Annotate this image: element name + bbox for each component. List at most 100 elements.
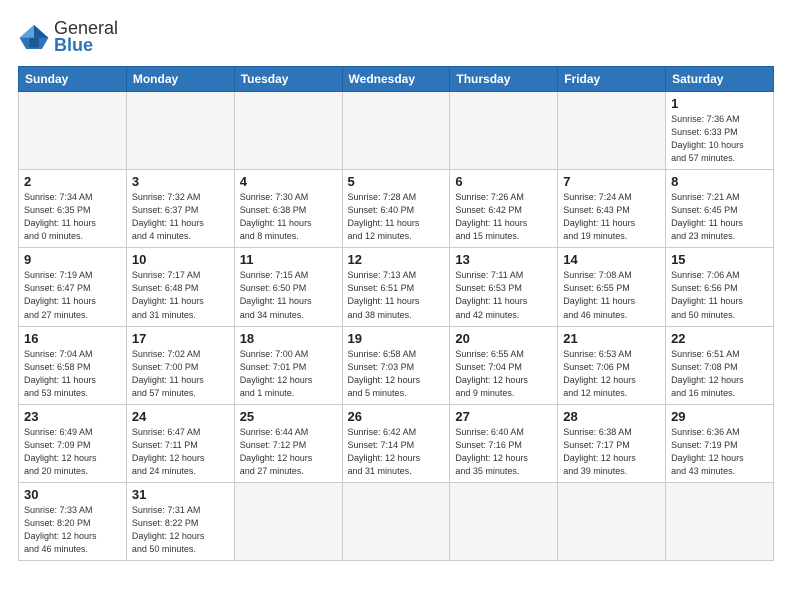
day-number: 12 xyxy=(348,252,445,267)
calendar-cell: 10 Sunrise: 7:17 AM Sunset: 6:48 PM Dayli… xyxy=(126,248,234,326)
day-number: 30 xyxy=(24,487,121,502)
weekday-header-saturday: Saturday xyxy=(666,67,774,92)
calendar-cell: 21 Sunrise: 6:53 AM Sunset: 7:06 PM Dayli… xyxy=(558,326,666,404)
calendar-cell: 30Sunrise: 7:33 AM Sunset: 8:20 PM Dayli… xyxy=(19,482,127,560)
day-info: Sunrise: 7:32 AM Sunset: 6:37 PM Dayligh… xyxy=(132,191,229,243)
day-number: 24 xyxy=(132,409,229,424)
day-info: Sunrise: 6:38 AM Sunset: 7:17 PM Dayligh… xyxy=(563,426,660,478)
calendar-cell: 14Sunrise: 7:08 AM Sunset: 6:55 PM Dayli… xyxy=(558,248,666,326)
day-info: Sunrise: 7:36 AM Sunset: 6:33 PM Dayligh… xyxy=(671,113,768,165)
calendar-cell: 26Sunrise: 6:42 AM Sunset: 7:14 PM Dayli… xyxy=(342,404,450,482)
day-info: Sunrise: 6:40 AM Sunset: 7:16 PM Dayligh… xyxy=(455,426,552,478)
day-info: Sunrise: 7:17 AM Sunset: 6:48 PM Dayligh… xyxy=(132,269,229,321)
week-row-5: 23 Sunrise: 6:49 AM Sunset: 7:09 PM Dayli… xyxy=(19,404,774,482)
day-number: 14 xyxy=(563,252,660,267)
day-number: 8 xyxy=(671,174,768,189)
weekday-header-sunday: Sunday xyxy=(19,67,127,92)
calendar-cell: 17 Sunrise: 7:02 AM Sunset: 7:00 PM Dayli… xyxy=(126,326,234,404)
day-number: 21 xyxy=(563,331,660,346)
day-number: 29 xyxy=(671,409,768,424)
day-number: 31 xyxy=(132,487,229,502)
day-number: 27 xyxy=(455,409,552,424)
calendar-cell: 12 Sunrise: 7:13 AM Sunset: 6:51 PM Dayli… xyxy=(342,248,450,326)
calendar-cell: 13Sunrise: 7:11 AM Sunset: 6:53 PM Dayli… xyxy=(450,248,558,326)
day-info: Sunrise: 6:53 AM Sunset: 7:06 PM Dayligh… xyxy=(563,348,660,400)
calendar-cell xyxy=(450,482,558,560)
day-info: Sunrise: 7:04 AM Sunset: 6:58 PM Dayligh… xyxy=(24,348,121,400)
day-number: 18 xyxy=(240,331,337,346)
day-info: Sunrise: 7:21 AM Sunset: 6:45 PM Dayligh… xyxy=(671,191,768,243)
day-number: 15 xyxy=(671,252,768,267)
day-info: Sunrise: 7:15 AM Sunset: 6:50 PM Dayligh… xyxy=(240,269,337,321)
day-info: Sunrise: 6:49 AM Sunset: 7:09 PM Dayligh… xyxy=(24,426,121,478)
calendar-cell xyxy=(234,92,342,170)
day-info: Sunrise: 7:31 AM Sunset: 8:22 PM Dayligh… xyxy=(132,504,229,556)
day-info: Sunrise: 7:11 AM Sunset: 6:53 PM Dayligh… xyxy=(455,269,552,321)
day-number: 16 xyxy=(24,331,121,346)
calendar-cell: 8 Sunrise: 7:21 AM Sunset: 6:45 PM Daylig… xyxy=(666,170,774,248)
calendar-cell: 23 Sunrise: 6:49 AM Sunset: 7:09 PM Dayli… xyxy=(19,404,127,482)
calendar-cell xyxy=(558,482,666,560)
day-number: 28 xyxy=(563,409,660,424)
calendar-cell xyxy=(558,92,666,170)
day-number: 22 xyxy=(671,331,768,346)
day-number: 26 xyxy=(348,409,445,424)
calendar-cell: 11Sunrise: 7:15 AM Sunset: 6:50 PM Dayli… xyxy=(234,248,342,326)
week-row-2: 2 Sunrise: 7:34 AM Sunset: 6:35 PM Daylig… xyxy=(19,170,774,248)
calendar-cell: 18 Sunrise: 7:00 AM Sunset: 7:01 PM Dayli… xyxy=(234,326,342,404)
day-number: 23 xyxy=(24,409,121,424)
day-info: Sunrise: 6:36 AM Sunset: 7:19 PM Dayligh… xyxy=(671,426,768,478)
day-info: Sunrise: 6:55 AM Sunset: 7:04 PM Dayligh… xyxy=(455,348,552,400)
day-number: 9 xyxy=(24,252,121,267)
calendar-cell: 15 Sunrise: 7:06 AM Sunset: 6:56 PM Dayli… xyxy=(666,248,774,326)
calendar-cell xyxy=(342,482,450,560)
week-row-1: 1 Sunrise: 7:36 AM Sunset: 6:33 PM Daylig… xyxy=(19,92,774,170)
calendar-cell: 2 Sunrise: 7:34 AM Sunset: 6:35 PM Daylig… xyxy=(19,170,127,248)
day-number: 1 xyxy=(671,96,768,111)
calendar-cell xyxy=(126,92,234,170)
day-number: 20 xyxy=(455,331,552,346)
day-number: 7 xyxy=(563,174,660,189)
day-number: 5 xyxy=(348,174,445,189)
calendar-table: SundayMondayTuesdayWednesdayThursdayFrid… xyxy=(18,66,774,561)
weekday-header-row: SundayMondayTuesdayWednesdayThursdayFrid… xyxy=(19,67,774,92)
day-number: 2 xyxy=(24,174,121,189)
day-info: Sunrise: 7:26 AM Sunset: 6:42 PM Dayligh… xyxy=(455,191,552,243)
calendar-cell: 1 Sunrise: 7:36 AM Sunset: 6:33 PM Daylig… xyxy=(666,92,774,170)
weekday-header-tuesday: Tuesday xyxy=(234,67,342,92)
week-row-3: 9 Sunrise: 7:19 AM Sunset: 6:47 PM Daylig… xyxy=(19,248,774,326)
calendar-cell: 5 Sunrise: 7:28 AM Sunset: 6:40 PM Daylig… xyxy=(342,170,450,248)
week-row-4: 16 Sunrise: 7:04 AM Sunset: 6:58 PM Dayli… xyxy=(19,326,774,404)
calendar-cell: 31 Sunrise: 7:31 AM Sunset: 8:22 PM Dayli… xyxy=(126,482,234,560)
weekday-header-monday: Monday xyxy=(126,67,234,92)
day-info: Sunrise: 7:02 AM Sunset: 7:00 PM Dayligh… xyxy=(132,348,229,400)
weekday-header-thursday: Thursday xyxy=(450,67,558,92)
calendar-cell xyxy=(19,92,127,170)
generalblue-logo-icon xyxy=(18,23,50,51)
day-number: 19 xyxy=(348,331,445,346)
day-info: Sunrise: 7:28 AM Sunset: 6:40 PM Dayligh… xyxy=(348,191,445,243)
day-info: Sunrise: 7:00 AM Sunset: 7:01 PM Dayligh… xyxy=(240,348,337,400)
day-info: Sunrise: 7:24 AM Sunset: 6:43 PM Dayligh… xyxy=(563,191,660,243)
calendar-cell: 25Sunrise: 6:44 AM Sunset: 7:12 PM Dayli… xyxy=(234,404,342,482)
logo: General Blue xyxy=(18,18,118,56)
weekday-header-wednesday: Wednesday xyxy=(342,67,450,92)
day-info: Sunrise: 7:19 AM Sunset: 6:47 PM Dayligh… xyxy=(24,269,121,321)
day-number: 17 xyxy=(132,331,229,346)
calendar-cell: 19Sunrise: 6:58 AM Sunset: 7:03 PM Dayli… xyxy=(342,326,450,404)
calendar-cell: 28 Sunrise: 6:38 AM Sunset: 7:17 PM Dayli… xyxy=(558,404,666,482)
day-info: Sunrise: 7:34 AM Sunset: 6:35 PM Dayligh… xyxy=(24,191,121,243)
weekday-header-friday: Friday xyxy=(558,67,666,92)
day-number: 10 xyxy=(132,252,229,267)
day-info: Sunrise: 7:13 AM Sunset: 6:51 PM Dayligh… xyxy=(348,269,445,321)
calendar-cell: 9 Sunrise: 7:19 AM Sunset: 6:47 PM Daylig… xyxy=(19,248,127,326)
day-info: Sunrise: 6:44 AM Sunset: 7:12 PM Dayligh… xyxy=(240,426,337,478)
day-info: Sunrise: 7:06 AM Sunset: 6:56 PM Dayligh… xyxy=(671,269,768,321)
calendar-cell xyxy=(666,482,774,560)
calendar-cell: 20 Sunrise: 6:55 AM Sunset: 7:04 PM Dayli… xyxy=(450,326,558,404)
logo-text: General Blue xyxy=(54,18,118,56)
day-info: Sunrise: 7:30 AM Sunset: 6:38 PM Dayligh… xyxy=(240,191,337,243)
day-info: Sunrise: 6:51 AM Sunset: 7:08 PM Dayligh… xyxy=(671,348,768,400)
calendar-cell: 24Sunrise: 6:47 AM Sunset: 7:11 PM Dayli… xyxy=(126,404,234,482)
calendar-cell xyxy=(234,482,342,560)
